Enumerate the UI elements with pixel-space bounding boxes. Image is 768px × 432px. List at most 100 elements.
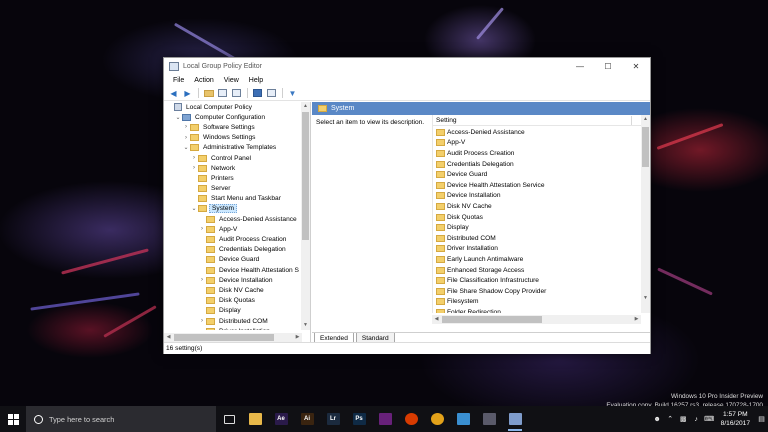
list-vertical-scrollbar[interactable]: ▲ ▼ — [641, 115, 650, 313]
collapsed-chevron-icon[interactable]: › — [190, 155, 198, 161]
tree-item[interactable]: ⌄ Computer Configuration — [164, 112, 301, 122]
list-item[interactable]: Early Launch Antimalware — [433, 254, 642, 265]
clock[interactable]: 1:57 PM 8/16/2017 — [716, 410, 755, 428]
collapsed-chevron-icon[interactable]: › — [198, 318, 206, 324]
list-item[interactable]: File Share Shadow Copy Provider — [433, 286, 642, 297]
show-hide-tree-icon[interactable] — [216, 87, 229, 99]
scroll-right-icon[interactable]: ▶ — [293, 333, 302, 342]
help-icon[interactable] — [251, 87, 264, 99]
tree-vertical-scrollbar[interactable]: ▲ ▼ — [301, 102, 310, 330]
tree-item[interactable]: ⌄ System — [164, 204, 301, 214]
list-item[interactable]: File Classification Infrastructure — [433, 275, 642, 286]
taskbar-photoshop-button[interactable]: Ps — [346, 406, 372, 432]
scroll-left-icon[interactable]: ◀ — [164, 333, 173, 342]
tree-item[interactable]: Disk NV Cache — [164, 285, 301, 295]
tree-item[interactable]: › Distributed COM — [164, 316, 301, 326]
maximize-button[interactable]: ☐ — [594, 58, 622, 74]
list-item[interactable]: App-V — [433, 138, 642, 149]
scroll-thumb[interactable] — [302, 112, 309, 240]
scroll-left-icon[interactable]: ◀ — [432, 315, 441, 324]
list-item[interactable]: Folder Redirection — [433, 307, 642, 313]
scroll-thumb[interactable] — [642, 127, 649, 167]
show-hidden-icons-icon[interactable]: ⌃ — [664, 406, 677, 432]
list-item[interactable]: Display — [433, 222, 642, 233]
forward-arrow-icon[interactable]: ▶ — [181, 87, 194, 99]
tree-horizontal-scrollbar[interactable]: ◀ ▶ — [164, 333, 302, 342]
taskbar-chrome-button[interactable] — [424, 406, 450, 432]
list-item[interactable]: Access-Denied Assistance — [433, 127, 642, 138]
expanded-chevron-icon[interactable]: ⌄ — [174, 114, 182, 121]
network-icon[interactable]: ▩ — [677, 406, 690, 432]
menu-action[interactable]: Action — [189, 77, 218, 84]
collapsed-chevron-icon[interactable]: › — [198, 277, 206, 283]
column-header-setting[interactable]: Setting — [433, 115, 650, 126]
expanded-chevron-icon[interactable]: ⌄ — [190, 205, 198, 212]
list-item[interactable]: Device Health Attestation Service — [433, 180, 642, 191]
tree-item[interactable]: Audit Process Creation — [164, 234, 301, 244]
tree-item[interactable]: › Software Settings — [164, 122, 301, 132]
menu-file[interactable]: File — [168, 77, 189, 84]
scroll-down-icon[interactable]: ▼ — [641, 294, 650, 303]
list-item[interactable]: Device Guard — [433, 169, 642, 180]
tree-item[interactable]: › Control Panel — [164, 153, 301, 163]
scroll-thumb[interactable] — [442, 316, 542, 323]
start-button[interactable] — [0, 406, 26, 432]
tree-item[interactable]: Printers — [164, 173, 301, 183]
tree-item[interactable]: ⌄ Administrative Templates — [164, 143, 301, 153]
column-separator[interactable] — [631, 116, 632, 125]
collapsed-chevron-icon[interactable]: › — [198, 226, 206, 232]
list-item[interactable]: Distributed COM — [433, 233, 642, 244]
list-item[interactable]: Enhanced Storage Access — [433, 265, 642, 276]
taskbar-after-effects-button[interactable]: Ae — [268, 406, 294, 432]
action-center-icon[interactable]: ▤ — [755, 406, 768, 432]
collapsed-chevron-icon[interactable]: › — [182, 124, 190, 130]
scroll-up-icon[interactable]: ▲ — [641, 115, 650, 124]
list-item[interactable]: Disk Quotas — [433, 212, 642, 223]
tree-item[interactable]: Access-Denied Assistance — [164, 214, 301, 224]
list-item[interactable]: Driver Installation — [433, 244, 642, 255]
keyboard-icon[interactable]: ⌨ — [703, 406, 716, 432]
collapsed-chevron-icon[interactable]: › — [190, 165, 198, 171]
back-arrow-icon[interactable]: ◀ — [167, 87, 180, 99]
scroll-up-icon[interactable]: ▲ — [301, 102, 310, 111]
list-item[interactable]: Filesystem — [433, 297, 642, 308]
volume-icon[interactable]: ♪ — [690, 406, 703, 432]
collapsed-chevron-icon[interactable]: › — [182, 135, 190, 141]
menu-view[interactable]: View — [219, 77, 244, 84]
taskbar-group-policy-button[interactable] — [502, 406, 528, 432]
tree-item[interactable]: Server — [164, 184, 301, 194]
taskbar-visual-studio-button[interactable] — [372, 406, 398, 432]
tree-item[interactable]: Start Menu and Taskbar — [164, 194, 301, 204]
tree-item[interactable]: Device Health Attestation S — [164, 265, 301, 275]
taskbar-illustrator-button[interactable]: Ai — [294, 406, 320, 432]
properties-icon[interactable] — [265, 87, 278, 99]
taskbar-search-box[interactable]: Type here to search — [26, 406, 216, 432]
tree-item[interactable]: › Windows Settings — [164, 133, 301, 143]
menu-help[interactable]: Help — [244, 77, 268, 84]
taskbar-file-explorer-button[interactable] — [242, 406, 268, 432]
list-item[interactable]: Device Installation — [433, 191, 642, 202]
list-item[interactable]: Audit Process Creation — [433, 148, 642, 159]
taskbar-task-view-button[interactable] — [216, 406, 242, 432]
expanded-chevron-icon[interactable]: ⌄ — [182, 144, 190, 151]
filter-icon[interactable]: ▼ — [286, 87, 299, 99]
taskbar-office-button[interactable] — [398, 406, 424, 432]
scroll-right-icon[interactable]: ▶ — [632, 315, 641, 324]
tree-item[interactable]: Driver Installation — [164, 326, 301, 330]
title-bar[interactable]: Local Group Policy Editor — ☐ ✕ — [164, 58, 650, 74]
taskbar-notepad-button[interactable] — [450, 406, 476, 432]
scroll-down-icon[interactable]: ▼ — [301, 321, 310, 330]
list-item[interactable]: Credentials Delegation — [433, 159, 642, 170]
minimize-button[interactable]: — — [566, 58, 594, 74]
list-item[interactable]: Disk NV Cache — [433, 201, 642, 212]
export-list-icon[interactable] — [230, 87, 243, 99]
tree-item[interactable]: › Device Installation — [164, 275, 301, 285]
tree-item[interactable]: Display — [164, 306, 301, 316]
tree-item[interactable]: Device Guard — [164, 255, 301, 265]
taskbar-mmc-button[interactable] — [476, 406, 502, 432]
tree-item[interactable]: Local Computer Policy — [164, 102, 301, 112]
list-horizontal-scrollbar[interactable]: ◀ ▶ — [432, 315, 641, 324]
tree-item[interactable]: Disk Quotas — [164, 296, 301, 306]
tree-item[interactable]: › App-V — [164, 224, 301, 234]
people-icon[interactable]: ☻ — [651, 406, 664, 432]
